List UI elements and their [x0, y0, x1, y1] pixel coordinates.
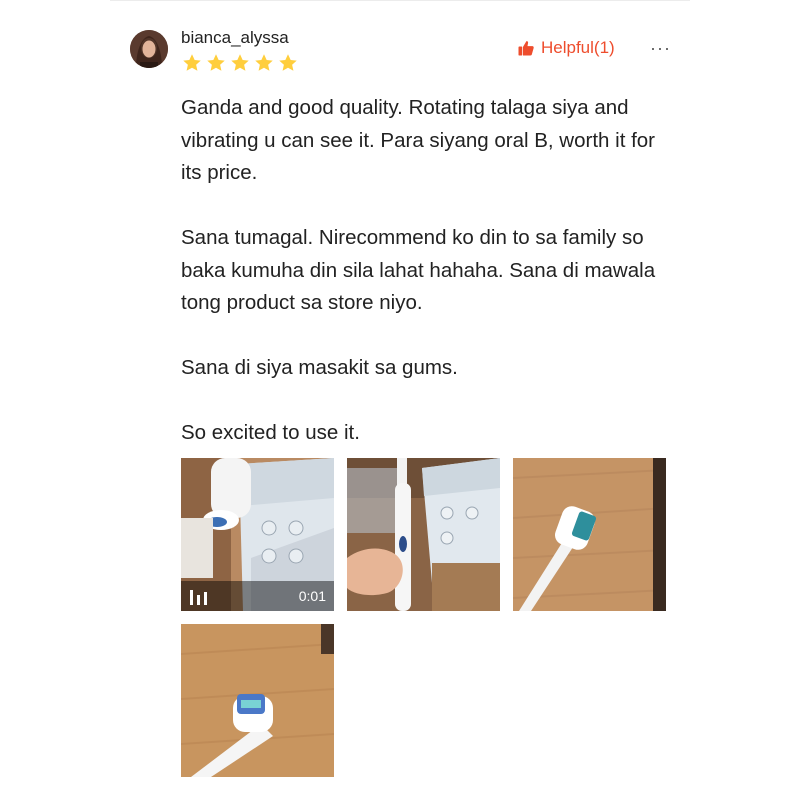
avatar[interactable]: [130, 30, 168, 68]
review-paragraph: Sana tumagal. Nirecommend ko din to sa f…: [181, 226, 656, 314]
review-paragraph: Ganda and good quality. Rotating talaga …: [181, 96, 656, 184]
avatar-image: [130, 30, 168, 68]
review-photo-image: [513, 458, 666, 611]
review-photo-thumbnail[interactable]: [347, 458, 500, 611]
review-photo-image: [347, 458, 500, 611]
review-photo-thumbnail[interactable]: [181, 624, 334, 777]
video-control-bar: 0:01: [181, 581, 334, 611]
star-icon: [255, 54, 273, 71]
review-text: Ganda and good quality. Rotating talaga …: [181, 92, 681, 482]
video-bars-icon: [190, 590, 207, 605]
top-divider: [110, 0, 690, 1]
star-icon: [231, 54, 249, 71]
review-photo-image: [181, 624, 334, 777]
helpful-label: Helpful(1): [541, 38, 615, 57]
review-photo-thumbnail[interactable]: [513, 458, 666, 611]
reviewer-username[interactable]: bianca_alyssa: [181, 28, 289, 48]
more-options-button[interactable]: ···: [650, 38, 671, 59]
review-video-thumbnail[interactable]: 0:01: [181, 458, 334, 611]
star-icon: [183, 54, 201, 71]
review-paragraph: So excited to use it.: [181, 421, 360, 444]
rating-stars: [181, 52, 299, 74]
thumbs-up-icon: [518, 41, 534, 56]
video-duration: 0:01: [298, 588, 326, 604]
star-icon: [279, 54, 297, 71]
star-icon: [207, 54, 225, 71]
helpful-button[interactable]: Helpful(1): [517, 38, 615, 58]
review-paragraph: Sana di siya masakit sa gums.: [181, 356, 458, 379]
